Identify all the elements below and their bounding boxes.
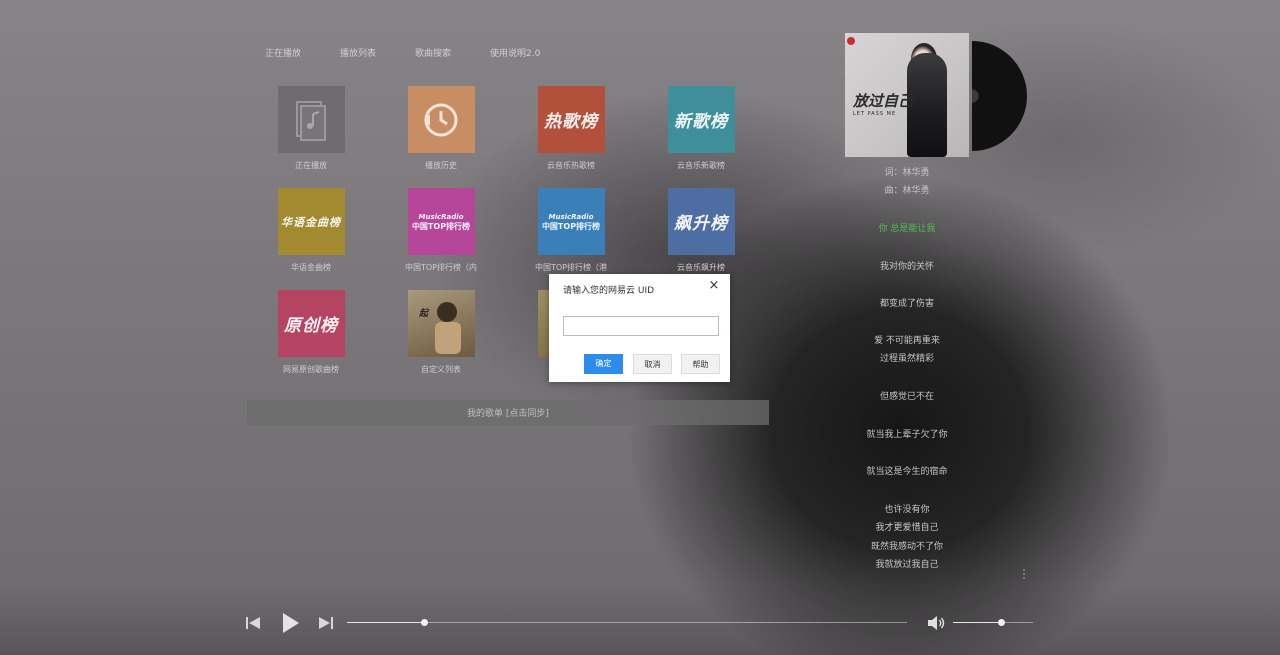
- rising-chart-icon: 飙升榜: [667, 188, 735, 255]
- confirm-button[interactable]: 确定: [584, 354, 623, 374]
- uid-input[interactable]: [563, 316, 719, 336]
- playlist-name: 自定义列表: [421, 365, 461, 374]
- tab-song-search[interactable]: 歌曲搜索: [415, 46, 451, 59]
- original-chart-icon: 原创榜: [277, 290, 345, 357]
- lyric-line: 但感觉已不在: [879, 392, 934, 402]
- playlist-tile[interactable]: 正在播放: [259, 86, 363, 171]
- playlist-tile[interactable]: 新歌榜 云音乐新歌榜: [649, 86, 753, 171]
- playlist-name: 网易原创歌曲榜: [283, 365, 339, 374]
- netease-logo-icon: [847, 37, 855, 45]
- volume-slider[interactable]: [953, 619, 1033, 626]
- playlist-name: 播放历史: [425, 161, 457, 170]
- album-subtitle: LET PASS ME: [853, 111, 897, 117]
- playlist-tile[interactable]: 华语金曲榜 华语金曲榜: [259, 188, 363, 273]
- album-cover: 放过自己 LET PASS ME: [845, 33, 969, 157]
- custom-list-cover: 起: [407, 290, 475, 357]
- progress-thumb[interactable]: [420, 619, 428, 626]
- album-art: 放过自己 LET PASS ME: [845, 33, 1027, 157]
- playlist-tile[interactable]: 原创榜网易原创歌曲榜: [259, 290, 363, 375]
- play-icon[interactable]: [282, 613, 300, 633]
- tab-help-guide[interactable]: 使用说明2.0: [490, 46, 540, 59]
- lyric-line: 曲：林华勇: [884, 186, 930, 196]
- tab-playlist[interactable]: 播放列表: [340, 46, 376, 59]
- uid-input-dialog: 请输入您的网易云 UID × 确定 取消 帮助: [549, 274, 730, 382]
- lyric-line: 过程虽然精彩: [879, 354, 934, 364]
- top-nav: 正在播放 播放列表 歌曲搜索 使用说明2.0: [265, 46, 579, 59]
- playlist-tile[interactable]: MusicRadio 中国TOP排行榜中国TOP排行榜（内: [389, 188, 493, 273]
- playlist-name: 云音乐热歌榜: [547, 161, 595, 170]
- volume-thumb[interactable]: [998, 619, 1005, 626]
- lyric-line: 我对你的关怀: [879, 262, 934, 272]
- new-chart-icon: 新歌榜: [667, 86, 735, 153]
- more-options-icon[interactable]: [1021, 568, 1027, 582]
- music-radio-icon: MusicRadio 中国TOP排行榜: [407, 188, 475, 255]
- dialog-title: 请输入您的网易云 UID: [563, 286, 655, 296]
- next-track-icon[interactable]: [319, 617, 333, 629]
- cancel-button[interactable]: 取消: [633, 354, 672, 374]
- playlist-name: 华语金曲榜: [291, 263, 331, 272]
- playlist-tile[interactable]: 飙升榜 云音乐飙升榜: [649, 188, 753, 273]
- playlist-name: 正在播放: [295, 161, 327, 170]
- tab-now-playing[interactable]: 正在播放: [265, 46, 301, 59]
- help-button[interactable]: 帮助: [681, 354, 720, 374]
- music-sheet-icon: [277, 86, 345, 153]
- my-playlists-sync-button[interactable]: 我的歌单 [点击同步]: [247, 400, 769, 425]
- lyric-line: 既然我感动不了你: [870, 542, 943, 552]
- music-radio-icon: MusicRadio 中国TOP排行榜: [537, 188, 605, 255]
- lyric-line: 都变成了伤害: [879, 299, 934, 309]
- lyric-line: 词：林华勇: [884, 168, 930, 178]
- volume-icon[interactable]: [928, 615, 946, 631]
- lyric-line: 就当我上辈子欠了你: [866, 430, 948, 440]
- svg-text:起: 起: [418, 308, 430, 319]
- playlist-tile[interactable]: 播放历史: [389, 86, 493, 171]
- playlist-name: 云音乐飙升榜: [677, 263, 725, 272]
- player-bar: [0, 610, 1280, 636]
- playlist-tile[interactable]: MusicRadio 中国TOP排行榜中国TOP排行榜（港: [519, 188, 623, 273]
- golden-chart-icon: 华语金曲榜: [277, 188, 345, 255]
- playlist-tile[interactable]: 起自定义列表: [389, 290, 493, 375]
- lyric-line-active: 你 总是能让我: [878, 224, 936, 234]
- lyric-line: 也许没有你: [884, 505, 930, 515]
- playlist-name: 中国TOP排行榜（港: [534, 263, 607, 272]
- close-icon[interactable]: ×: [707, 279, 721, 293]
- volume-fill: [953, 622, 1001, 623]
- album-title: 放过自己: [853, 92, 914, 110]
- lyric-line: 就当这是今生的宿命: [866, 467, 948, 477]
- hot-chart-icon: 热歌榜: [537, 86, 605, 153]
- lyric-line: 我才更爱惜自己: [875, 523, 939, 533]
- playlist-name: 云音乐新歌榜: [677, 161, 725, 170]
- progress-fill: [347, 622, 424, 623]
- playlist-name: 中国TOP排行榜（内: [404, 263, 477, 272]
- lyric-line: 我就放过我自己: [875, 560, 939, 570]
- lyric-line: 爱 不可能再重来: [874, 336, 940, 346]
- history-clock-icon: [407, 86, 475, 153]
- previous-track-icon[interactable]: [246, 617, 260, 629]
- playlist-tile[interactable]: 热歌榜 云音乐热歌榜: [519, 86, 623, 171]
- progress-slider[interactable]: [347, 619, 907, 626]
